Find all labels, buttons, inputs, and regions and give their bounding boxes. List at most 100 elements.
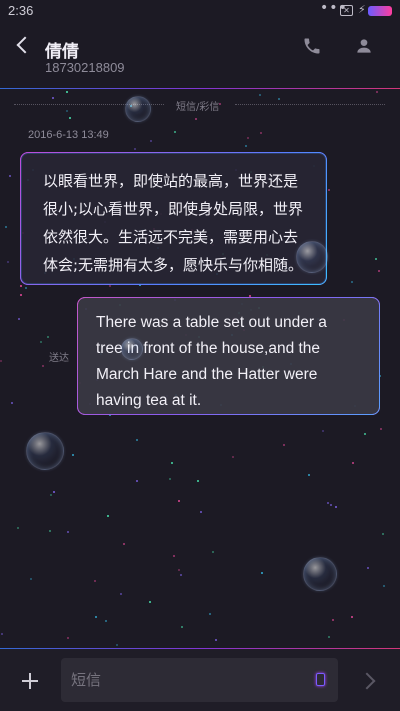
star-dot <box>107 515 109 517</box>
star-dot <box>53 491 55 493</box>
star-dot <box>308 474 310 476</box>
star-dot <box>20 285 22 287</box>
star-dot <box>178 500 180 502</box>
star-dot <box>42 365 44 367</box>
star-dot <box>120 593 122 595</box>
star-dot <box>328 636 330 638</box>
star-dot <box>322 430 324 432</box>
star-dot <box>72 454 74 456</box>
star-dot <box>9 175 11 177</box>
star-dot <box>259 94 261 96</box>
star-dot <box>245 145 247 147</box>
star-dot <box>40 341 42 343</box>
star-dot <box>95 616 97 618</box>
star-dot <box>169 478 171 480</box>
star-dot <box>66 110 68 112</box>
sim-card-icon[interactable] <box>316 673 325 686</box>
message-line: 以眼看世界，即使站的最高，世界还是 <box>43 172 299 190</box>
star-dot <box>378 270 380 272</box>
star-dot <box>327 502 329 504</box>
star-dot <box>261 572 263 574</box>
star-dot <box>260 132 262 134</box>
delivery-status: 送达 <box>49 353 69 364</box>
star-dot <box>20 294 22 296</box>
composer-bar <box>0 649 400 711</box>
star-dot <box>25 287 27 289</box>
star-dot <box>283 444 285 446</box>
star-dot <box>330 504 332 506</box>
star-dot <box>94 580 96 582</box>
star-dot <box>352 462 354 464</box>
star-dot <box>123 543 125 545</box>
star-dot <box>136 439 138 441</box>
message-line: There was a table set out under a <box>96 314 327 331</box>
sim-status-icon: ✕ <box>340 5 353 16</box>
star-dot <box>7 261 9 263</box>
conversation-header: 倩倩 18730218809 <box>0 28 400 84</box>
message-line: March Hare and the Hatter were <box>96 366 318 383</box>
star-dot <box>247 137 249 139</box>
star-dot <box>69 117 71 119</box>
phone-icon[interactable] <box>302 36 322 56</box>
star-dot <box>364 433 366 435</box>
star-dot <box>47 336 49 338</box>
star-dot <box>351 616 353 618</box>
status-bar: 2:36 ••• ✕ ⚡ <box>0 0 400 24</box>
star-dot <box>332 619 334 621</box>
bubble-decoration <box>26 432 64 470</box>
send-icon[interactable] <box>355 667 385 695</box>
star-dot <box>5 226 7 228</box>
star-dot <box>209 613 211 615</box>
star-dot <box>375 258 377 260</box>
charging-icon: ⚡ <box>358 3 366 16</box>
message-input[interactable] <box>61 658 338 702</box>
bubble-decoration <box>121 338 143 360</box>
star-dot <box>195 118 197 120</box>
contact-icon[interactable] <box>354 36 374 56</box>
header-divider <box>0 88 400 89</box>
star-dot <box>383 585 385 587</box>
star-dot <box>380 428 382 430</box>
star-dot <box>212 551 214 553</box>
star-dot <box>67 531 69 533</box>
bubble-decoration <box>303 557 337 591</box>
bubble-decoration <box>296 241 328 273</box>
star-dot <box>335 506 337 508</box>
status-time: 2:36 <box>8 3 34 18</box>
star-dot <box>278 98 280 100</box>
star-dot <box>49 530 51 532</box>
message-line: 依然很大。生活远不完美，需要用心去 <box>43 228 299 246</box>
star-dot <box>109 285 111 287</box>
incoming-message-bubble[interactable]: 以眼看世界，即使站的最高，世界还是 很小;以心看世界，即使身处局限，世界 依然很… <box>20 152 327 285</box>
star-dot <box>232 456 234 458</box>
star-dot <box>150 140 152 142</box>
contact-number: 18730218809 <box>45 60 125 75</box>
message-line: 很小;以心看世界，即使身处局限，世界 <box>43 200 304 218</box>
star-dot <box>67 637 69 639</box>
star-dot <box>1 633 3 635</box>
back-icon[interactable] <box>14 34 34 58</box>
star-dot <box>200 511 202 513</box>
battery-icon <box>368 6 392 16</box>
star-dot <box>11 402 13 404</box>
star-dot <box>382 533 384 535</box>
star-dot <box>197 480 199 482</box>
star-dot <box>0 360 2 362</box>
star-dot <box>30 578 32 580</box>
message-line: having tea at it. <box>96 392 202 409</box>
star-dot <box>136 480 138 482</box>
bubble-decoration <box>125 96 151 122</box>
star-dot <box>173 555 175 557</box>
message-line: 体会;无需拥有太多，愿快乐与你相随。 <box>43 256 304 274</box>
star-dot <box>376 91 378 93</box>
star-dot <box>149 601 151 603</box>
add-icon[interactable] <box>12 663 48 699</box>
star-dot <box>134 148 136 150</box>
star-dot <box>18 318 20 320</box>
star-dot <box>181 626 183 628</box>
star-dot <box>215 639 217 641</box>
star-dot <box>178 569 180 571</box>
star-dot <box>17 527 19 529</box>
star-dot <box>351 281 353 283</box>
outgoing-message-bubble[interactable]: There was a table set out under a tree i… <box>77 297 380 415</box>
